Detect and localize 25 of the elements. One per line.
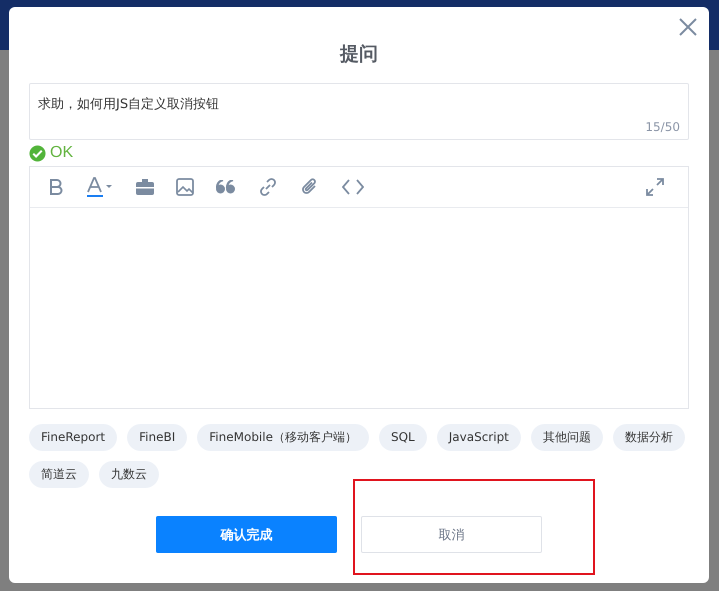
topic-tag[interactable]: 九数云: [99, 461, 159, 488]
topic-tag[interactable]: FineBI: [127, 424, 188, 451]
topic-tag[interactable]: 数据分析: [612, 424, 685, 451]
close-icon[interactable]: [679, 18, 697, 36]
expand-icon[interactable]: [646, 178, 664, 196]
cancel-button[interactable]: 取消: [361, 516, 542, 553]
image-icon[interactable]: [176, 178, 194, 196]
question-text: 求助，如何用JS自定义取消按钮: [38, 97, 220, 112]
dialog-title: 提问: [340, 42, 378, 67]
quote-icon[interactable]: [216, 180, 236, 194]
font-color-icon[interactable]: [86, 177, 114, 197]
check-circle-icon: [29, 144, 46, 162]
character-counter: 15/50: [645, 120, 680, 134]
topic-tag[interactable]: JavaScript: [436, 424, 521, 451]
link-icon[interactable]: [258, 177, 278, 197]
topic-tag[interactable]: FineReport: [29, 424, 118, 451]
topic-tag[interactable]: SQL: [378, 424, 427, 451]
topic-tag[interactable]: 简道云: [29, 461, 89, 488]
topic-tag[interactable]: 其他问题: [530, 424, 603, 451]
validation-message: OK: [50, 144, 74, 162]
question-field[interactable]: 求助，如何用JS自定义取消按钮 15/50: [29, 83, 689, 140]
topic-tag[interactable]: FineMobile（移动客户端）: [197, 424, 369, 451]
bold-icon[interactable]: [48, 178, 64, 196]
code-icon[interactable]: [342, 179, 364, 195]
confirm-button[interactable]: 确认完成: [156, 516, 337, 553]
